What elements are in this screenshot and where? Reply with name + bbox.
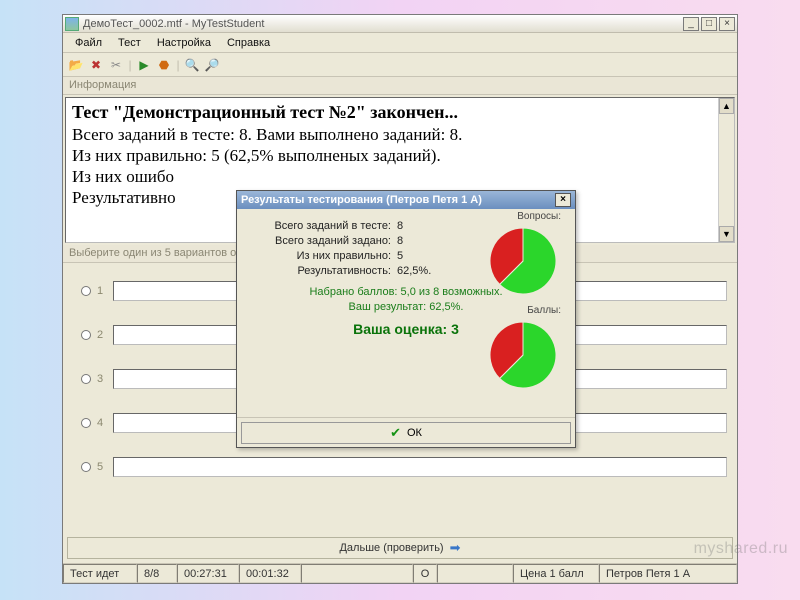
separator-icon: | (127, 56, 133, 74)
ok-button-label: ОК (407, 427, 422, 439)
status-progress: 8/8 (137, 564, 177, 583)
info-line: Из них правильно: 5 (62,5% выполненых за… (72, 146, 728, 166)
dialog-titlebar: Результаты тестирования (Петров Петя 1 А… (237, 191, 575, 209)
status-time-task: 00:01:32 (239, 564, 301, 583)
status-student: Петров Петя 1 А (599, 564, 737, 583)
dialog-close-button[interactable]: × (555, 193, 571, 207)
status-time-total: 00:27:31 (177, 564, 239, 583)
open-icon[interactable]: 📂 (67, 56, 85, 74)
close-button[interactable]: × (719, 17, 735, 31)
stat-value: 5 (397, 250, 437, 262)
info-line: Всего заданий в тесте: 8. Вами выполнено… (72, 125, 728, 145)
info-line: Из них ошибо (72, 167, 728, 187)
scroll-up-icon[interactable]: ▲ (719, 98, 734, 114)
statusbar: Тест идет 8/8 00:27:31 00:01:32 О Цена 1… (63, 563, 737, 583)
check-icon: ✔ (390, 425, 401, 441)
dialog-body: Всего заданий в тесте: 8 Всего заданий з… (237, 209, 575, 417)
radio-icon[interactable] (81, 330, 91, 340)
watermark: myshared.ru (694, 540, 788, 558)
menu-test[interactable]: Тест (112, 35, 147, 51)
option-number: 2 (97, 329, 107, 341)
toolbar: 📂 ✖ ✂ | ▶ ⬣ | 🔍 🔎 (63, 53, 737, 77)
stat-value: 62,5%. (397, 265, 437, 277)
pie-chart-points (487, 319, 559, 394)
status-empty (301, 564, 413, 583)
stat-value: 8 (397, 220, 437, 232)
tools-icon[interactable]: ✂ (107, 56, 125, 74)
scrollbar[interactable]: ▲ ▼ (718, 98, 734, 242)
window-title: ДемоТест_0002.mtf - MyTestStudent (83, 18, 264, 30)
radio-icon[interactable] (81, 374, 91, 384)
pie-label-points: Баллы: (527, 305, 561, 316)
info-line-title: Тест "Демонстрационный тест №2" закончен… (72, 102, 728, 123)
pie-label-questions: Вопросы: (517, 211, 561, 222)
status-state: Тест идет (63, 564, 137, 583)
stat-value: 8 (397, 235, 437, 247)
dialog-title: Результаты тестирования (Петров Петя 1 А… (241, 194, 482, 206)
ok-button[interactable]: ✔ ОК (241, 422, 571, 444)
menu-help[interactable]: Справка (221, 35, 276, 51)
dialog-button-row: ✔ ОК (237, 417, 575, 447)
next-button[interactable]: Дальше (проверить) ➡ (67, 537, 733, 559)
results-dialog: Результаты тестирования (Петров Петя 1 А… (236, 190, 576, 448)
radio-icon[interactable] (81, 418, 91, 428)
cancel-icon[interactable]: ✖ (87, 56, 105, 74)
status-price: Цена 1 балл (513, 564, 599, 583)
pie-chart-questions (487, 225, 559, 300)
zoom-in-icon[interactable]: 🔍 (183, 56, 201, 74)
app-icon (65, 17, 79, 31)
next-button-label: Дальше (проверить) (339, 542, 443, 554)
status-mode: О (413, 564, 437, 583)
arrow-right-icon: ➡ (450, 540, 461, 556)
option-field[interactable] (113, 457, 727, 477)
stop-icon[interactable]: ⬣ (155, 56, 173, 74)
menubar: Файл Тест Настройка Справка (63, 33, 737, 53)
maximize-button[interactable]: □ (701, 17, 717, 31)
option-number: 1 (97, 285, 107, 297)
stat-label: Всего заданий задано: (247, 235, 397, 247)
option-number: 5 (97, 461, 107, 473)
stat-label: Из них правильно: (247, 250, 397, 262)
stat-label: Всего заданий в тесте: (247, 220, 397, 232)
status-empty (437, 564, 513, 583)
stat-label: Результативность: (247, 265, 397, 277)
option-number: 4 (97, 417, 107, 429)
minimize-button[interactable]: _ (683, 17, 699, 31)
titlebar: ДемоТест_0002.mtf - MyTestStudent _ □ × (63, 15, 737, 33)
separator-icon: | (175, 56, 181, 74)
option-row: 5 (81, 445, 727, 489)
menu-settings[interactable]: Настройка (151, 35, 217, 51)
radio-icon[interactable] (81, 286, 91, 296)
scroll-down-icon[interactable]: ▼ (719, 226, 734, 242)
zoom-out-icon[interactable]: 🔎 (203, 56, 221, 74)
scroll-track[interactable] (719, 114, 734, 226)
info-panel-header: Информация (63, 77, 737, 95)
option-number: 3 (97, 373, 107, 385)
play-icon[interactable]: ▶ (135, 56, 153, 74)
radio-icon[interactable] (81, 462, 91, 472)
menu-file[interactable]: Файл (69, 35, 108, 51)
